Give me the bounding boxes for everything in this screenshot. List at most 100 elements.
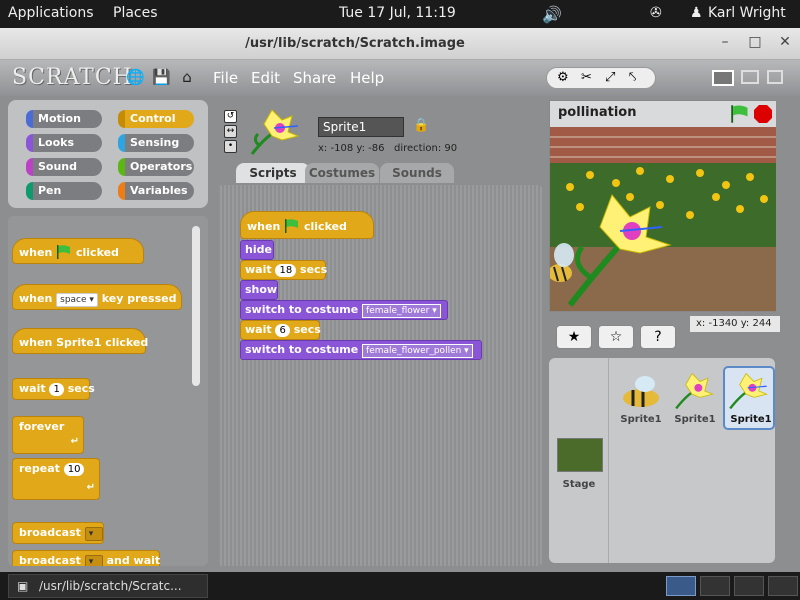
when-sprite-clicked-block[interactable]: when Sprite1 clicked — [12, 328, 148, 354]
key-dropdown[interactable]: space ▾ — [56, 293, 98, 307]
stage-canvas[interactable] — [550, 127, 776, 311]
category-sound[interactable]: Sound — [26, 158, 102, 176]
sprite-name-field[interactable]: Sprite1 — [318, 117, 404, 137]
volume-icon[interactable]: 🔊 — [542, 5, 562, 24]
hide-block[interactable]: hide — [240, 240, 274, 260]
forever-block[interactable]: forever ↵ — [12, 416, 84, 454]
category-label: Operators — [130, 160, 193, 173]
number-input[interactable]: 10 — [63, 463, 85, 476]
wait-block[interactable]: wait 1 secs — [12, 378, 95, 400]
stage-thumbnail[interactable] — [557, 438, 603, 472]
number-input[interactable]: 18 — [275, 264, 297, 277]
random-sprite-button[interactable]: ? — [640, 325, 676, 349]
taskbar-window-button[interactable]: ▣ /usr/lib/scratch/Scratc... — [8, 574, 208, 598]
stop-button[interactable] — [754, 105, 772, 123]
folder-star-icon: ☆ — [609, 329, 623, 345]
tab-scripts[interactable]: Scripts — [236, 163, 310, 183]
show-block[interactable]: show — [240, 280, 278, 300]
category-operators[interactable]: Operators — [118, 158, 194, 176]
sound-color — [26, 158, 33, 176]
tab-sounds[interactable]: Sounds — [380, 163, 454, 183]
choose-sprite-file-button[interactable]: ☆ — [598, 325, 634, 349]
direction-label: direction: — [394, 143, 442, 154]
wait-block[interactable]: wait 18 secs — [240, 260, 328, 280]
block-palette: when clicked when space ▾ key pressed wh… — [8, 216, 208, 566]
workspace-switcher[interactable] — [666, 576, 696, 596]
places-menu[interactable]: Places — [113, 5, 158, 21]
repeat-block[interactable]: repeat 10 ↵ — [12, 458, 100, 500]
lock-icon[interactable]: 🔒 — [413, 118, 429, 133]
applications-menu[interactable]: Applications — [8, 5, 94, 21]
save-icon[interactable]: 💾 — [152, 68, 171, 86]
user-menu[interactable]: Karl Wright — [708, 5, 786, 21]
rotate-icon[interactable]: ↺ — [224, 110, 237, 123]
workspace-2[interactable] — [700, 576, 730, 596]
sprite-thumbnail-bee[interactable] — [619, 372, 665, 412]
scratch-logo: SCRATCH — [12, 65, 133, 90]
green-flag-button[interactable] — [730, 105, 750, 123]
window-titlebar[interactable]: /usr/lib/scratch/Scratch.image – □ ✕ — [0, 28, 800, 60]
share-icon[interactable]: ⌂ — [178, 68, 196, 86]
script-area[interactable]: when clicked hide wait 18 secs show swit… — [218, 185, 542, 566]
globe-icon[interactable]: 🌐 — [126, 68, 145, 86]
stamp-icon[interactable]: ⚙ — [557, 70, 569, 85]
category-motion[interactable]: Motion — [26, 110, 102, 128]
edit-menu[interactable]: Edit — [251, 69, 280, 87]
shrink-icon[interactable]: ⤣ — [629, 70, 636, 85]
workspace-3[interactable] — [734, 576, 764, 596]
no-rotate-icon[interactable]: • — [224, 140, 237, 153]
green-flag-icon — [285, 219, 299, 233]
switch-costume-block[interactable]: switch to costume female_flower_pollen ▾ — [240, 340, 482, 360]
broadcast-block[interactable]: broadcast ▾ — [12, 522, 104, 544]
window-icon: ▣ — [17, 579, 29, 593]
category-label: Sound — [38, 160, 78, 173]
category-control[interactable]: Control — [118, 110, 194, 128]
wait-block[interactable]: wait 6 secs — [240, 320, 321, 340]
switch-costume-block[interactable]: switch to costume female_flower ▾ — [240, 300, 448, 320]
mouse-x-label: x: — [696, 318, 706, 329]
tab-costumes[interactable]: Costumes — [305, 163, 379, 183]
network-icon[interactable]: ✇ — [650, 5, 662, 21]
category-looks[interactable]: Looks — [26, 134, 102, 152]
when-key-pressed-block[interactable]: when space ▾ key pressed — [12, 284, 182, 310]
category-variables[interactable]: Variables — [118, 182, 194, 200]
broadcast-dropdown[interactable]: ▾ — [84, 555, 103, 566]
palette-scrollbar[interactable] — [192, 226, 200, 386]
costume-dropdown[interactable]: female_flower_pollen ▾ — [362, 344, 473, 358]
block-text: secs — [300, 263, 328, 276]
grow-icon[interactable]: ⤢ — [605, 70, 615, 85]
number-input[interactable]: 6 — [275, 324, 290, 337]
normal-stage-icon[interactable] — [712, 70, 734, 86]
block-text: forever — [19, 420, 65, 433]
number-input[interactable]: 1 — [49, 383, 64, 396]
when-flag-clicked-block[interactable]: when clicked — [240, 211, 374, 239]
flower-pollen-icon — [729, 372, 768, 410]
broadcast-dropdown[interactable]: ▾ — [84, 527, 103, 541]
category-sensing[interactable]: Sensing — [118, 134, 194, 152]
category-pen[interactable]: Pen — [26, 182, 102, 200]
presentation-icon[interactable] — [767, 70, 783, 84]
block-text: switch to costume — [245, 303, 359, 316]
sprite-coordinates: x: -108 y: -86 direction: 90 — [318, 143, 457, 154]
maximize-button[interactable]: □ — [740, 28, 770, 56]
flip-icon[interactable]: ↔ — [224, 125, 237, 138]
file-menu[interactable]: File — [213, 69, 238, 87]
costume-dropdown[interactable]: female_flower ▾ — [362, 304, 441, 318]
block-text: wait — [19, 382, 46, 395]
scissors-icon[interactable]: ✂ — [581, 70, 592, 85]
workspace-4[interactable] — [768, 576, 798, 596]
when-flag-block[interactable]: when clicked — [12, 238, 144, 264]
minimize-button[interactable]: – — [710, 28, 740, 56]
sprite-thumbnail-selected[interactable]: Sprite1 — [723, 366, 775, 430]
broadcast-and-wait-block[interactable]: broadcast ▾ and wait — [12, 550, 160, 566]
sprite-thumbnail-flower[interactable] — [673, 370, 719, 412]
operators-color — [118, 158, 125, 176]
close-button[interactable]: ✕ — [770, 28, 800, 56]
looks-color — [26, 134, 33, 152]
small-stage-icon[interactable] — [741, 70, 759, 84]
share-menu[interactable]: Share — [293, 69, 336, 87]
help-menu[interactable]: Help — [350, 69, 384, 87]
clock[interactable]: Tue 17 Jul, 11:19 — [339, 5, 456, 21]
paint-new-sprite-button[interactable]: ★ — [556, 325, 592, 349]
dropdown-value: female_flower — [366, 306, 430, 316]
